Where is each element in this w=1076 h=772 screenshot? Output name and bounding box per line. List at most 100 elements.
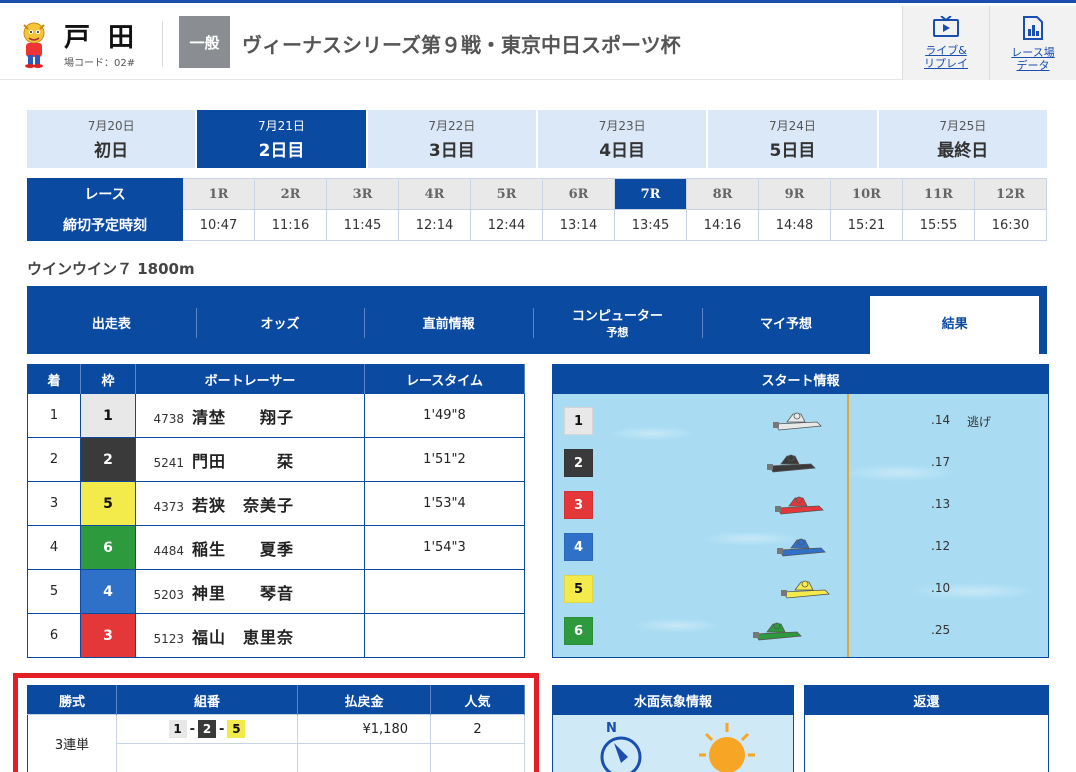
nav-tab[interactable]: 直前情報 — [364, 296, 533, 354]
start-timing: .10 — [931, 581, 951, 595]
nav-tab[interactable]: 結果 — [870, 296, 1040, 354]
start-row: 3 .13 — [553, 490, 1048, 520]
start-frame-number: 3 — [564, 491, 593, 519]
racer-reg-number: 4738 — [153, 411, 184, 426]
mascot-logo — [23, 22, 45, 68]
combo-1st: 1 — [168, 720, 187, 738]
race-number-tab[interactable]: 12R — [974, 178, 1047, 210]
col-place: 着 — [27, 364, 81, 394]
stadium-name: 戸田 — [64, 23, 153, 53]
start-row: 6 .25 — [553, 616, 1048, 646]
racer-cell: 4373 若狭 奈美子 — [135, 481, 365, 526]
nav-tab[interactable]: マイ予想 — [701, 296, 871, 354]
day-label: 3日目 — [428, 141, 475, 161]
race-number-tab[interactable]: 7R — [614, 178, 687, 210]
live-link-line1: ライブ& — [925, 44, 967, 57]
boat-icon — [781, 580, 830, 599]
race-number-tab[interactable]: 1R — [182, 178, 255, 210]
race-header-label: レース — [27, 178, 183, 210]
start-frame-number: 6 — [564, 617, 593, 645]
racer-cell: 4738 清埜 翔子 — [135, 393, 365, 438]
race-number-tab[interactable]: 6R — [542, 178, 615, 210]
racer-reg-number: 5123 — [153, 631, 184, 646]
race-deadline-time: 15:21 — [830, 209, 903, 241]
start-frame-number: 4 — [564, 533, 593, 561]
empty-cell — [116, 743, 298, 772]
race-number-tab[interactable]: 2R — [254, 178, 327, 210]
race-time: 1'53"4 — [364, 481, 525, 526]
race-subtitle: ウインウイン７ 1800m — [27, 260, 195, 278]
day-label: 4日目 — [599, 141, 646, 161]
race-deadline-time: 12:14 — [398, 209, 471, 241]
racer-cell: 4484 稲生 夏季 — [135, 525, 365, 570]
nav-tab-label: 直前情報 — [422, 317, 475, 332]
racer-name[interactable]: 神里 琴音 — [192, 584, 294, 603]
day-tab[interactable]: 7月23日 4日目 — [537, 110, 707, 168]
place: 2 — [27, 437, 81, 482]
nav-tab[interactable]: コンピューター 予想 — [533, 296, 702, 354]
winning-technique: 逃げ — [967, 415, 992, 429]
racer-name[interactable]: 清埜 翔子 — [192, 408, 294, 427]
racer-reg-number: 4484 — [153, 543, 184, 558]
nav-tab[interactable]: オッズ — [195, 296, 365, 354]
day-date: 7月22日 — [428, 119, 476, 133]
sunny-icon — [699, 723, 755, 772]
data-sheet-icon — [1023, 16, 1043, 40]
day-tab[interactable]: 7月24日 5日目 — [708, 110, 877, 168]
racer-cell: 5123 福山 恵里奈 — [135, 613, 365, 658]
race-number-tab[interactable]: 5R — [470, 178, 543, 210]
race-time — [364, 613, 525, 658]
start-frame-number: 1 — [564, 407, 593, 435]
header: 戸田 場コード：02# 一般 ヴィーナスシリーズ第９戦・東京中日スポーツ杯 ライ… — [0, 3, 1076, 80]
day-tab[interactable]: 7月25日 最終日 — [878, 110, 1047, 168]
race-time: 1'51"2 — [364, 437, 525, 482]
racer-name[interactable]: 門田 栞 — [192, 452, 294, 471]
day-tab[interactable]: 7月20日 初日 — [27, 110, 196, 168]
place: 6 — [27, 613, 81, 658]
col-racer: ボートレーサー — [135, 364, 365, 394]
start-row: 5 .10 — [553, 574, 1048, 604]
frame-number: 1 — [80, 393, 136, 438]
nav-tab-label: 出走表 — [91, 317, 131, 332]
stadium-code: 場コード：02# — [64, 58, 136, 69]
race-number-tab[interactable]: 4R — [398, 178, 471, 210]
frame-number: 5 — [80, 481, 136, 526]
nav-tab-label: オッズ — [260, 317, 300, 332]
start-row: 2 .17 — [553, 448, 1048, 478]
racer-name[interactable]: 稲生 夏季 — [192, 540, 294, 559]
tv-icon — [933, 16, 959, 37]
result-row: 4 6 4484 稲生 夏季 1'54"3 — [27, 525, 525, 570]
nav-tab-label: 結果 — [941, 317, 968, 332]
day-tab[interactable]: 7月22日 3日目 — [367, 110, 536, 168]
race-number-tab[interactable]: 3R — [326, 178, 399, 210]
race-deadline-time: 14:48 — [758, 209, 831, 241]
day-date: 7月23日 — [598, 119, 646, 133]
race-deadline-time: 12:44 — [470, 209, 543, 241]
col-frame: 枠 — [80, 364, 136, 394]
place: 1 — [27, 393, 81, 438]
race-deadline-time: 10:47 — [182, 209, 255, 241]
day-date: 7月21日 — [258, 119, 305, 133]
empty-cell — [430, 743, 525, 772]
live-link-line2: リプレイ — [924, 57, 968, 70]
col-race-time: レースタイム — [364, 364, 525, 394]
race-number-tab[interactable]: 8R — [686, 178, 759, 210]
racer-name[interactable]: 福山 恵里奈 — [192, 628, 294, 647]
day-tab[interactable]: 7月21日 2日目 — [197, 110, 366, 168]
racer-name[interactable]: 若狭 奈美子 — [192, 496, 294, 515]
race-number-tab[interactable]: 9R — [758, 178, 831, 210]
start-info-panel: スタート情報 1 .14 逃げ 2 .17 3 .13 4 .12 5 .10 … — [552, 364, 1049, 658]
race-number-tab[interactable]: 11R — [902, 178, 975, 210]
live-replay-link[interactable]: ライブ& リプレイ — [902, 6, 989, 80]
day-date: 7月24日 — [769, 119, 816, 133]
frame-number: 2 — [80, 437, 136, 482]
place: 5 — [27, 569, 81, 614]
nav-tab[interactable]: 出走表 — [27, 296, 196, 354]
stadium-data-link[interactable]: レース場 データ — [989, 6, 1076, 80]
race-number-tab[interactable]: 10R — [830, 178, 903, 210]
start-frame-number: 2 — [564, 449, 593, 477]
empty-cell — [297, 743, 431, 772]
day-label: 5日目 — [769, 141, 816, 161]
payout-amount: ¥1,180 — [297, 714, 431, 744]
race-number-table: レース 1R 2R 3R 4R 5R 6R 7R 8R 9R 10R 11R 12R 締切予定時刻 1… — [27, 178, 1047, 241]
